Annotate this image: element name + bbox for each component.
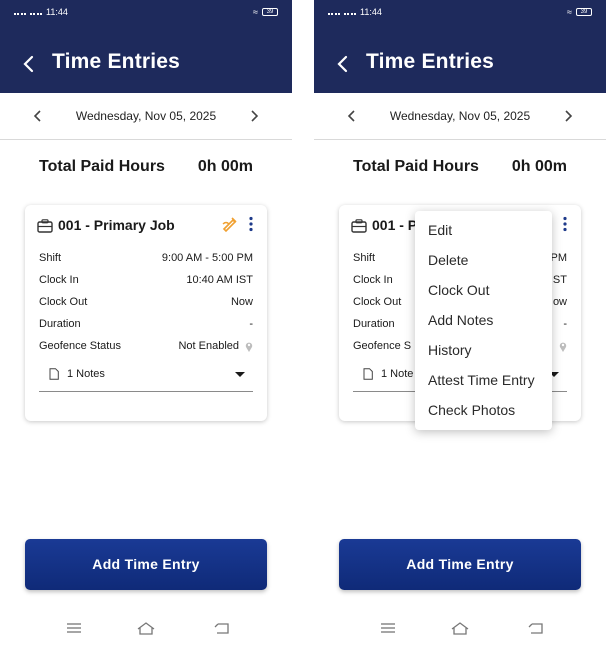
hamburger-icon[interactable] <box>64 620 84 636</box>
row-label: Geofence S <box>353 340 412 352</box>
entry-context-menu: Edit Delete Clock Out Add Notes History … <box>415 211 552 430</box>
menu-item-edit[interactable]: Edit <box>428 222 452 238</box>
signal-icon <box>14 9 26 15</box>
status-bar: 11:44 ≈ 39 <box>0 0 292 24</box>
document-icon <box>363 368 373 380</box>
location-pin-icon <box>559 342 567 352</box>
total-paid-hours-label: Total Paid Hours <box>39 158 165 175</box>
notes-label: 1 Notes <box>67 368 105 380</box>
shift-row: Shift 9:00 AM - 5:00 PM <box>39 252 253 268</box>
menu-item-delete[interactable]: Delete <box>428 252 468 268</box>
total-paid-hours-value: 0h 00m <box>511 158 567 175</box>
row-value: IST <box>549 274 567 286</box>
add-time-entry-button[interactable]: Add Time Entry <box>339 539 581 590</box>
back-arrow-icon[interactable] <box>22 52 36 76</box>
menu-item-history[interactable]: History <box>428 342 472 358</box>
date-navigator: Wednesday, Nov 05, 2025 <box>314 94 606 140</box>
notes-dropdown[interactable]: 1 Notes <box>39 365 253 392</box>
row-value: Now <box>230 296 253 308</box>
back-arrow-icon[interactable] <box>336 52 350 76</box>
location-pin-icon <box>245 342 253 352</box>
add-time-entry-button[interactable]: Add Time Entry <box>25 539 267 590</box>
row-value: 10:40 AM IST <box>186 274 253 286</box>
signal-icon <box>30 9 42 15</box>
chevron-right-icon[interactable] <box>244 106 264 126</box>
wifi-icon: ≈ <box>567 7 572 17</box>
app-header: 11:44 ≈ 39 Time Entries <box>0 0 292 93</box>
status-right: ≈ 39 <box>253 7 278 17</box>
row-label: Clock In <box>353 274 393 286</box>
row-label: Geofence Status <box>39 340 121 352</box>
battery-icon: 39 <box>262 8 278 16</box>
chevron-down-icon <box>235 372 245 377</box>
total-paid-hours-label: Total Paid Hours <box>353 158 479 175</box>
signal-icon <box>344 9 356 15</box>
clock-in-row: Clock In 10:40 AM IST <box>39 274 253 290</box>
job-title: 001 - P <box>372 217 418 233</box>
notes-label: 1 Note <box>381 368 414 380</box>
screenshot-comparison: 11:44 ≈ 39 Time Entries Wednesday, Nov 0… <box>0 0 606 647</box>
home-icon[interactable] <box>450 620 470 636</box>
status-left: 11:44 <box>328 7 382 17</box>
row-label: Duration <box>39 318 81 330</box>
row-label: Shift <box>39 252 62 264</box>
app-header: 11:44 ≈ 39 Time Entries <box>314 0 606 93</box>
page-title: Time Entries <box>52 50 181 73</box>
row-label: Shift <box>353 252 376 264</box>
time-entry-card[interactable]: 001 - Primary Job Shift 9:00 AM - 5:00 P… <box>25 205 267 421</box>
phone-screen-left: 11:44 ≈ 39 Time Entries Wednesday, Nov 0… <box>0 0 292 647</box>
row-label: Clock Out <box>353 296 402 308</box>
row-value: ow <box>552 296 567 308</box>
date-navigator: Wednesday, Nov 05, 2025 <box>0 94 292 140</box>
row-value: Not Enabled <box>178 340 239 352</box>
menu-item-clock-out[interactable]: Clock Out <box>428 282 489 298</box>
status-left: 11:44 <box>14 7 68 17</box>
battery-icon: 39 <box>576 8 592 16</box>
system-nav-bar <box>0 616 292 644</box>
status-time: 11:44 <box>360 7 382 17</box>
geofence-row: Geofence Status Not Enabled <box>39 340 253 356</box>
menu-item-attest-time-entry[interactable]: Attest Time Entry <box>428 372 535 388</box>
attest-pen-icon[interactable] <box>221 215 239 233</box>
status-right: ≈ 39 <box>567 7 592 17</box>
wifi-icon: ≈ <box>253 7 258 17</box>
signal-icon <box>328 9 340 15</box>
phone-screen-right: 11:44 ≈ 39 Time Entries Wednesday, Nov 0… <box>314 0 606 647</box>
row-label: Duration <box>353 318 395 330</box>
duration-row: Duration - <box>39 318 253 334</box>
clock-out-row: Clock Out Now <box>39 296 253 312</box>
row-label: Clock In <box>39 274 79 286</box>
briefcase-icon <box>351 219 367 233</box>
hamburger-icon[interactable] <box>378 620 398 636</box>
document-icon <box>49 368 59 380</box>
home-icon[interactable] <box>136 620 156 636</box>
status-time: 11:44 <box>46 7 68 17</box>
system-nav-bar <box>314 616 606 644</box>
total-paid-hours-value: 0h 00m <box>197 158 253 175</box>
menu-item-check-photos[interactable]: Check Photos <box>428 402 515 418</box>
kebab-menu-icon[interactable] <box>247 216 255 232</box>
kebab-menu-icon[interactable] <box>561 216 569 232</box>
row-value: 9:00 AM - 5:00 PM <box>161 252 253 264</box>
menu-item-add-notes[interactable]: Add Notes <box>428 312 493 328</box>
chevron-right-icon[interactable] <box>558 106 578 126</box>
status-bar: 11:44 ≈ 39 <box>314 0 606 24</box>
back-arrow-icon[interactable] <box>526 620 546 636</box>
back-arrow-icon[interactable] <box>212 620 232 636</box>
row-value: - <box>563 318 567 330</box>
job-title: 001 - Primary Job <box>58 217 175 233</box>
briefcase-icon <box>37 219 53 233</box>
page-title: Time Entries <box>366 50 495 73</box>
row-value: - <box>249 318 253 330</box>
row-value: PM <box>550 252 568 264</box>
row-label: Clock Out <box>39 296 88 308</box>
